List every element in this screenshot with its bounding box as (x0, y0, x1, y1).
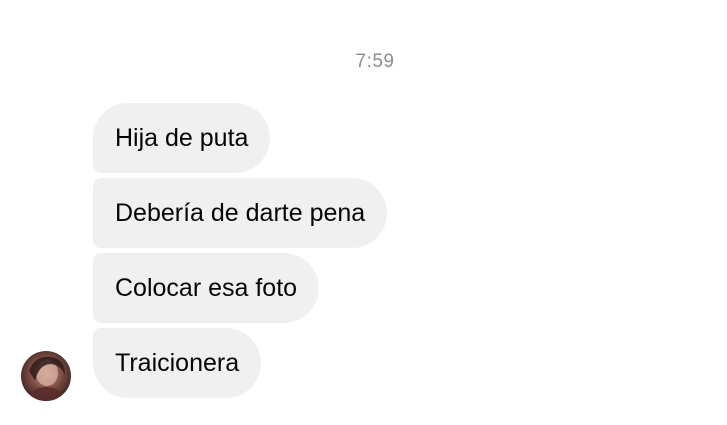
chat-thread: 7:59 Hija de puta Debería de darte pena … (0, 0, 727, 425)
avatar-image (27, 356, 67, 401)
message-bubble[interactable]: Debería de darte pena (93, 178, 388, 248)
message-timestamp: 7:59 (355, 51, 395, 72)
message-bubble[interactable]: Colocar esa foto (93, 253, 320, 323)
sender-avatar[interactable] (21, 351, 71, 401)
message-text: Colocar esa foto (115, 273, 298, 302)
message-text: Hija de puta (115, 123, 249, 152)
message-bubble[interactable]: Traicionera (93, 328, 262, 398)
message-text: Traicionera (115, 348, 240, 377)
message-text: Debería de darte pena (115, 198, 366, 227)
message-bubble[interactable]: Hija de puta (93, 103, 271, 173)
